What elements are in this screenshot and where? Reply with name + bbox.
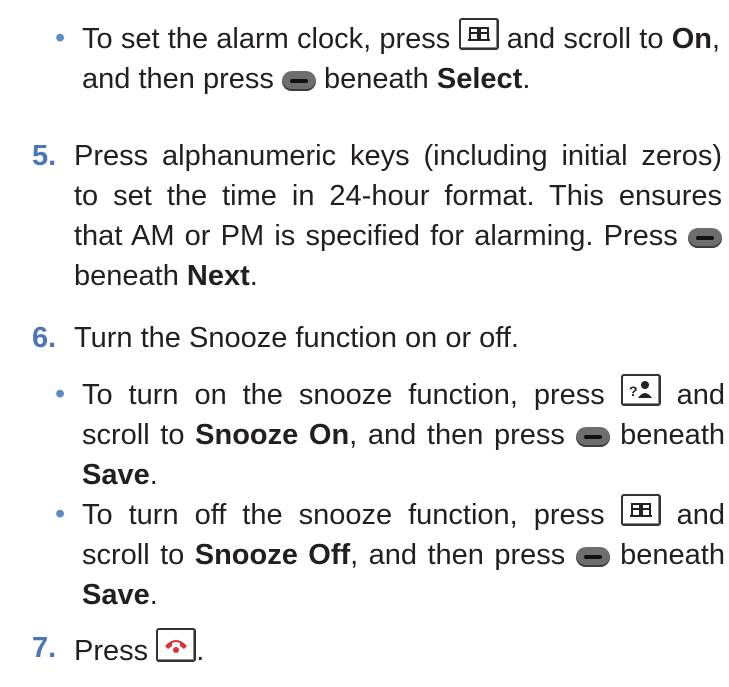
bullet-text: To set the alarm clock, press and scroll… — [55, 18, 720, 99]
step-5: 5. Press alphanumeric keys (including in… — [32, 136, 722, 296]
step-6: 6. Turn the Snooze function on or off. — [32, 318, 722, 358]
on-label: On — [671, 23, 712, 55]
bullet-snooze-on: • To turn on the snooze function, press … — [55, 374, 725, 495]
snooze-on-label: Snooze On — [195, 419, 350, 451]
end-call-key-icon — [156, 628, 197, 662]
bullet-dot: • — [55, 22, 66, 54]
bullet-set-alarm: • To set the alarm clock, press and scro… — [55, 18, 720, 99]
soft-key-icon — [688, 228, 722, 248]
manual-page: • To set the alarm clock, press and scro… — [0, 0, 729, 687]
phonebook-key-icon — [458, 18, 499, 50]
save-label: Save — [82, 579, 150, 611]
phonebook-key-icon — [620, 494, 661, 526]
soft-key-icon — [575, 427, 610, 447]
step-text: Press . — [32, 628, 722, 671]
bullet-dot: • — [55, 498, 66, 530]
save-label: Save — [82, 459, 150, 491]
svg-text:?: ? — [629, 383, 638, 399]
soft-key-icon — [281, 71, 316, 91]
contacts-key-icon: ? — [620, 374, 661, 406]
select-label: Select — [436, 63, 523, 95]
bullet-snooze-off: • To turn off the snooze function, press… — [55, 494, 725, 615]
soft-key-icon — [575, 547, 610, 567]
bullet-text: To turn on the snooze function, press ? … — [55, 374, 725, 495]
step-number: 7. — [32, 632, 57, 664]
bullet-text: To turn off the snooze function, press a… — [55, 494, 725, 615]
step-text: Press alphanumeric keys (including initi… — [74, 140, 722, 292]
step-number: 6. — [32, 322, 57, 354]
snooze-off-label: Snooze Off — [194, 539, 351, 571]
step-text: Turn the Snooze function on or off. — [74, 322, 519, 354]
next-label: Next — [186, 260, 250, 292]
step-number: 5. — [32, 140, 57, 172]
bullet-dot: • — [55, 378, 66, 410]
step-7: 7. Press . — [32, 628, 722, 671]
